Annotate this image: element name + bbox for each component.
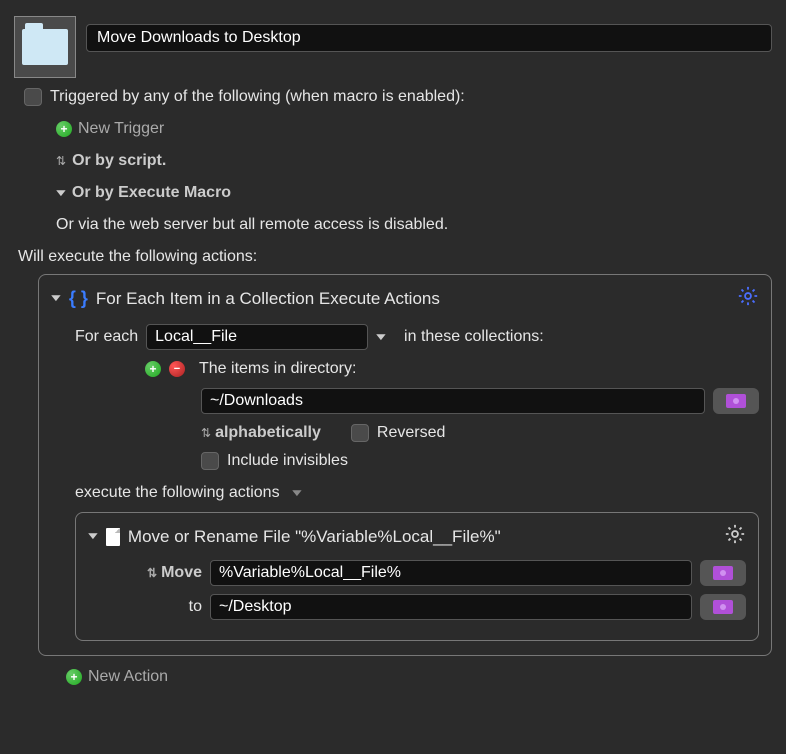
move-action-title: Move or Rename File "%Variable%Local__Fi… (128, 527, 501, 547)
folder-picker-icon (713, 600, 733, 614)
move-destination-input[interactable] (210, 594, 692, 620)
updown-icon: ⇅ (201, 427, 211, 439)
new-trigger-label: New Trigger (78, 120, 164, 138)
gear-icon (737, 285, 759, 307)
by-script-label[interactable]: Or by script. (72, 152, 166, 170)
remove-collection-button[interactable]: − (169, 361, 185, 377)
action-settings-button[interactable] (737, 285, 759, 312)
updown-icon: ⇅ (147, 567, 157, 579)
reversed-label: Reversed (377, 424, 445, 442)
actions-header: Will execute the following actions: (18, 248, 772, 266)
items-in-directory-label: The items in directory: (199, 360, 356, 378)
choose-source-button[interactable] (700, 560, 746, 586)
macro-title-input[interactable] (86, 24, 772, 52)
updown-icon[interactable]: ⇅ (56, 155, 66, 167)
move-source-input[interactable] (210, 560, 692, 586)
chevron-down-icon[interactable]: ▼ (53, 188, 69, 199)
new-action-label: New Action (88, 668, 168, 686)
choose-folder-button[interactable] (713, 388, 759, 414)
directory-path-input[interactable] (201, 388, 705, 414)
in-these-label: in these collections: (404, 328, 544, 346)
move-label: Move (161, 564, 202, 582)
for-each-label: For each (75, 328, 138, 346)
move-action-card: ▼ Move or Rename File "%Variable%Local__… (75, 512, 759, 641)
sort-order-select[interactable]: ⇅ alphabetically (201, 424, 321, 442)
move-type-select[interactable]: ⇅ Move (112, 564, 202, 582)
to-label: to (112, 598, 202, 616)
gear-icon (724, 523, 746, 545)
file-icon (106, 528, 120, 546)
add-action-button[interactable]: + (66, 669, 82, 685)
variable-dropdown-icon[interactable]: ▼ (373, 332, 389, 343)
foreach-title: For Each Item in a Collection Execute Ac… (96, 289, 440, 309)
macro-icon[interactable] (14, 16, 76, 78)
foreach-action-card: ▼ { } For Each Item in a Collection Exec… (38, 274, 772, 656)
foreach-variable-input[interactable] (146, 324, 368, 350)
reversed-checkbox[interactable] (351, 424, 369, 442)
triggers-header: Triggered by any of the following (when … (50, 88, 465, 106)
add-collection-button[interactable]: + (145, 361, 161, 377)
add-trigger-button[interactable]: + (56, 121, 72, 137)
folder-icon (22, 29, 68, 65)
web-server-note: Or via the web server but all remote acc… (56, 216, 772, 234)
action-settings-button[interactable] (724, 523, 746, 550)
by-execute-macro-label[interactable]: Or by Execute Macro (72, 184, 231, 202)
execute-actions-label: execute the following actions (75, 484, 280, 502)
choose-destination-button[interactable] (700, 594, 746, 620)
folder-picker-icon (726, 394, 746, 408)
sort-label: alphabetically (215, 424, 321, 442)
folder-picker-icon (713, 566, 733, 580)
braces-icon: { } (69, 288, 88, 309)
disclosure-toggle[interactable]: ▼ (48, 293, 64, 304)
triggers-enabled-checkbox[interactable] (24, 88, 42, 106)
include-invisibles-label: Include invisibles (227, 452, 348, 470)
include-invisibles-checkbox[interactable] (201, 452, 219, 470)
chevron-down-icon[interactable]: ▼ (289, 488, 305, 499)
disclosure-toggle[interactable]: ▼ (85, 531, 101, 542)
